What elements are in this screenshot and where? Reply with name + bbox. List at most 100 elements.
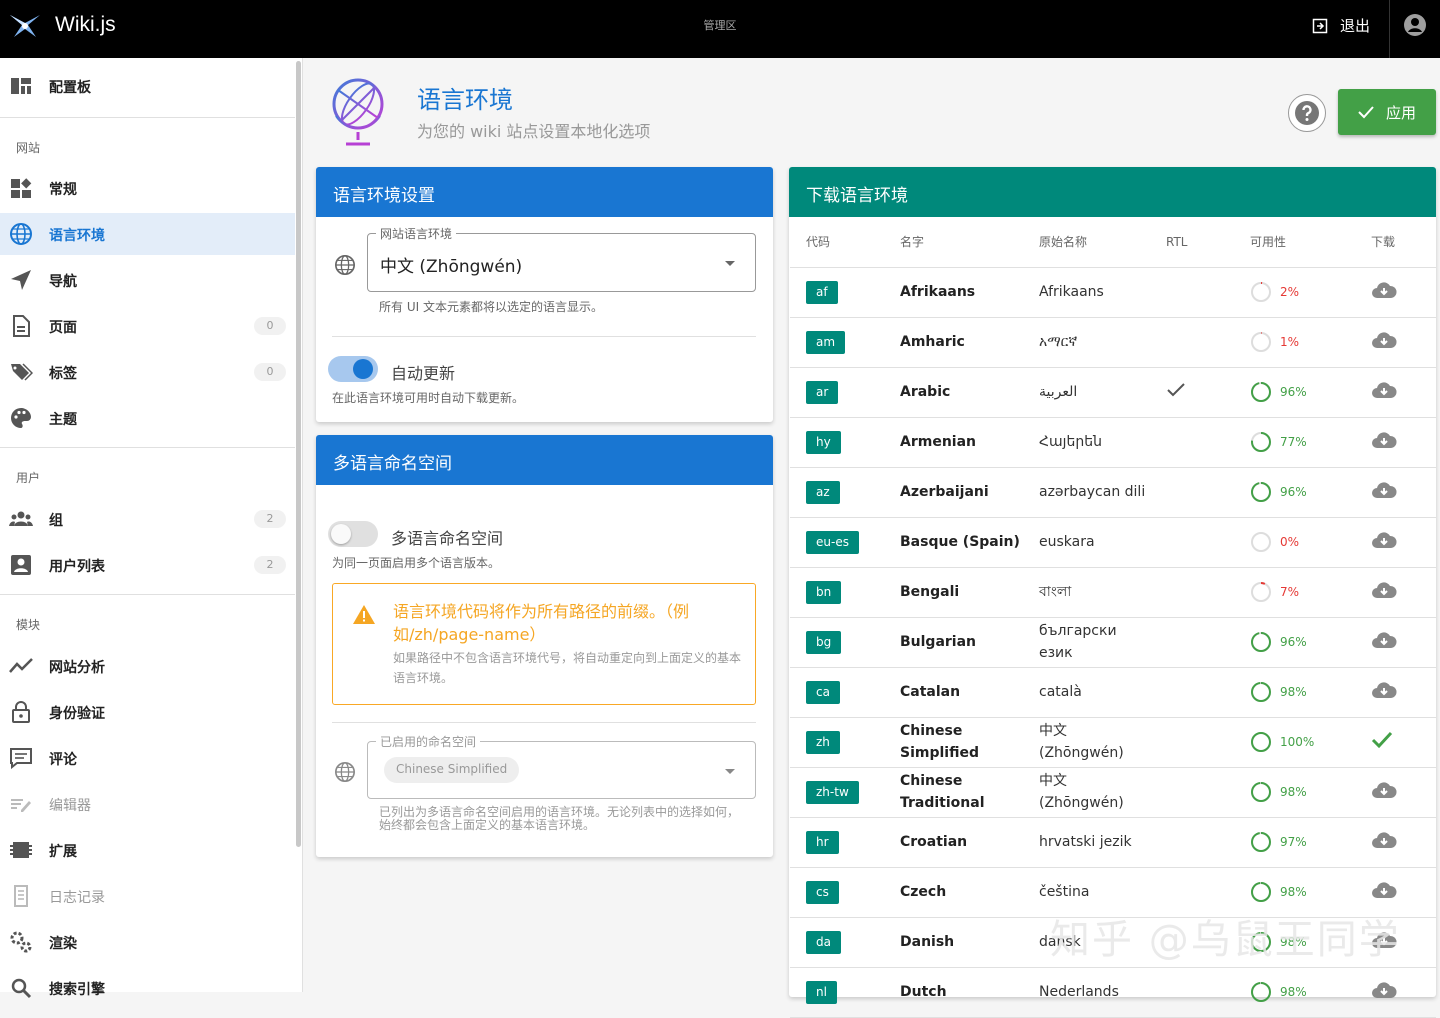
divider: [332, 722, 756, 723]
locale-name: Chinese Simplified: [900, 723, 979, 761]
sidebar-item-analytics[interactable]: 网站分析: [0, 645, 295, 687]
namespace-chip[interactable]: Chinese Simplified: [384, 757, 520, 783]
sidebar-item-extensions[interactable]: 扩展: [0, 829, 295, 871]
locale-code-badge: af: [806, 280, 838, 304]
namespaces-toggle[interactable]: [328, 521, 378, 547]
globe-icon: [335, 255, 355, 275]
download-cell[interactable]: [1355, 417, 1436, 468]
table-header-row: 代码 名字 原始名称 RTL 可用性 下载: [790, 217, 1436, 268]
sidebar-item-groups[interactable]: 组 2: [0, 498, 295, 540]
locales-table: 代码 名字 原始名称 RTL 可用性 下载 af Afrikaans Afrikaa…: [790, 217, 1436, 1018]
cloud-download-icon[interactable]: [1371, 680, 1397, 700]
cloud-download-icon[interactable]: [1371, 630, 1397, 650]
availability-text: 98%: [1280, 785, 1307, 799]
download-cell[interactable]: [1355, 667, 1436, 718]
code-cell: hr: [790, 817, 884, 868]
sidebar-item-label: 主题: [49, 412, 77, 428]
toggle-label: 多语言命名空间: [391, 529, 504, 548]
sidebar-item-general[interactable]: 常规: [0, 167, 295, 209]
page-title: 语言环境: [417, 86, 513, 114]
section-heading-site: 网站: [16, 141, 41, 155]
sidebar-item-dashboard[interactable]: 配置板: [0, 65, 295, 107]
download-cell[interactable]: [1355, 717, 1436, 768]
sidebar-scrollbar[interactable]: [296, 61, 301, 847]
account-icon[interactable]: [1403, 13, 1427, 37]
name-cell: Basque (Spain): [884, 517, 1023, 568]
sidebar-item-pages[interactable]: 页面 0: [0, 305, 295, 347]
section-heading-modules: 模块: [16, 618, 41, 632]
availability-cell: 98%: [1234, 967, 1355, 1018]
availability-cell: 98%: [1234, 667, 1355, 718]
locale-globe-icon: [332, 78, 384, 146]
locale-code-badge: eu-es: [806, 530, 859, 554]
sidebar-item-tags[interactable]: 标签 0: [0, 351, 295, 393]
apply-button[interactable]: 应用: [1338, 89, 1436, 135]
availability-cell: 98%: [1234, 767, 1355, 818]
download-cell[interactable]: [1355, 567, 1436, 618]
locale-name: Afrikaans: [900, 284, 976, 300]
table-row: nl Dutch Nederlands 98%: [790, 967, 1436, 1018]
locale-native-name: català: [1039, 684, 1082, 700]
divider: [0, 594, 295, 595]
name-cell: Bulgarian: [884, 617, 1023, 668]
name-cell: Danish: [884, 917, 1023, 968]
locale-name: Bengali: [900, 584, 960, 600]
cloud-download-icon[interactable]: [1371, 980, 1397, 1000]
download-cell[interactable]: [1355, 317, 1436, 368]
cloud-download-icon[interactable]: [1371, 830, 1397, 850]
cloud-download-icon[interactable]: [1371, 580, 1397, 600]
sidebar-item-editor[interactable]: 编辑器: [0, 783, 295, 825]
download-cell[interactable]: [1355, 967, 1436, 1018]
cloud-download-icon[interactable]: [1371, 480, 1397, 500]
watermark: 知乎 @乌鼠王同学: [1050, 917, 1401, 963]
rtl-cell: [1150, 567, 1234, 618]
locale-name: Dutch: [900, 984, 947, 1000]
locale-code-badge: da: [806, 930, 841, 954]
column-header: 可用性: [1234, 217, 1355, 268]
sidebar-item-navigation[interactable]: 导航: [0, 259, 295, 301]
download-cell[interactable]: [1355, 267, 1436, 318]
sidebar-item-label: 扩展: [49, 844, 77, 860]
cloud-download-icon[interactable]: [1371, 880, 1397, 900]
download-cell[interactable]: [1355, 767, 1436, 818]
logout-button[interactable]: 退出: [1312, 15, 1370, 36]
rtl-cell: [1150, 817, 1234, 868]
sidebar-item-comments[interactable]: 评论: [0, 737, 295, 779]
sidebar-item-label: 日志记录: [49, 890, 105, 906]
availability-progress-icon: [1251, 332, 1271, 352]
download-cell[interactable]: [1355, 817, 1436, 868]
download-cell[interactable]: [1355, 517, 1436, 568]
sidebar-item-locale[interactable]: 语言环境: [0, 213, 295, 255]
cloud-download-icon[interactable]: [1371, 530, 1397, 550]
count-badge: 0: [254, 317, 286, 335]
site-locale-select[interactable]: 网站语言环境 中文 (Zhōngwén): [367, 225, 756, 292]
cloud-download-icon[interactable]: [1371, 380, 1397, 400]
cloud-download-icon[interactable]: [1371, 780, 1397, 800]
help-button[interactable]: [1288, 94, 1326, 132]
rtl-cell: [1150, 417, 1234, 468]
cloud-download-icon[interactable]: [1371, 330, 1397, 350]
users-icon: [11, 555, 31, 575]
cloud-download-icon[interactable]: [1371, 280, 1397, 300]
native-cell: euskara: [1023, 517, 1150, 568]
sidebar-item-label: 标签: [49, 366, 77, 382]
cloud-download-icon[interactable]: [1371, 430, 1397, 450]
sidebar-item-theme[interactable]: 主题: [0, 397, 295, 439]
sidebar-item-rendering[interactable]: 渲染: [0, 921, 295, 963]
sidebar-item-users[interactable]: 用户列表 2: [0, 544, 295, 586]
availability-text: 1%: [1280, 335, 1300, 349]
comments-icon: [10, 748, 32, 770]
locale-name: Chinese Traditional: [900, 773, 985, 811]
toggle-knob: [353, 359, 373, 379]
sidebar-item-label: 身份验证: [49, 706, 105, 722]
rtl-cell: [1150, 517, 1234, 568]
sidebar-item-search-engine[interactable]: 搜索引擎: [0, 967, 295, 1009]
download-cell[interactable]: [1355, 467, 1436, 518]
sidebar-item-logging[interactable]: 日志记录: [0, 875, 295, 917]
locale-native-name: azərbaycan dili: [1039, 484, 1146, 500]
download-cell[interactable]: [1355, 617, 1436, 668]
auto-update-toggle[interactable]: [328, 356, 378, 382]
sidebar-item-authentication[interactable]: 身份验证: [0, 691, 295, 733]
download-cell[interactable]: [1355, 367, 1436, 418]
availability-text: 77%: [1280, 435, 1307, 449]
